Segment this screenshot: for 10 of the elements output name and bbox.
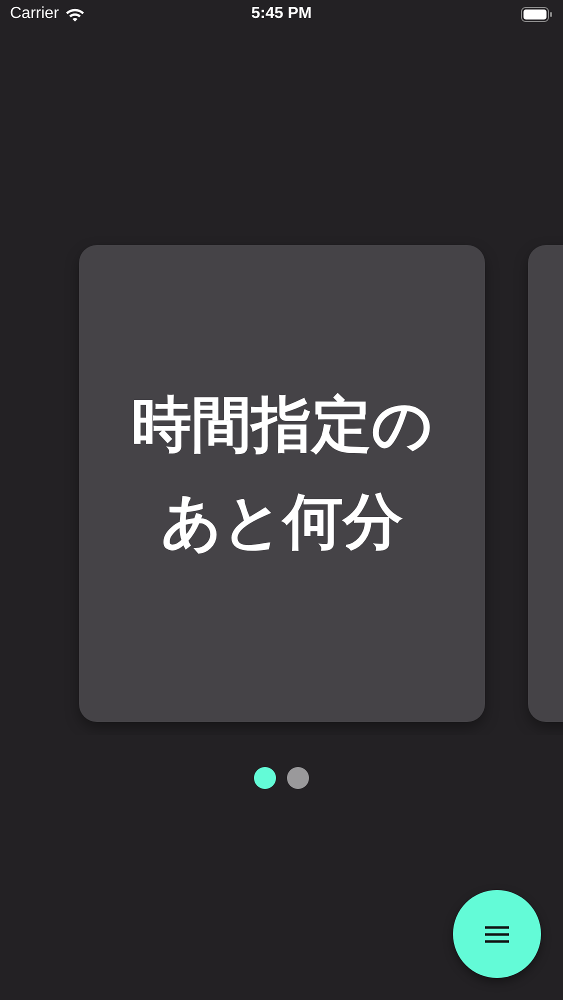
carrier-label: Carrier <box>10 5 59 23</box>
clock-time: 5:45 PM <box>251 5 312 22</box>
card-title: 時間指定の <box>132 388 432 462</box>
wifi-icon <box>64 6 85 22</box>
page-dot[interactable] <box>287 767 309 789</box>
page-dot[interactable] <box>254 767 276 789</box>
battery-icon <box>521 6 553 22</box>
menu-icon <box>485 926 509 942</box>
card-title: あと何分 <box>161 486 403 558</box>
card[interactable]: 時間指定の あと何分 <box>79 245 485 722</box>
